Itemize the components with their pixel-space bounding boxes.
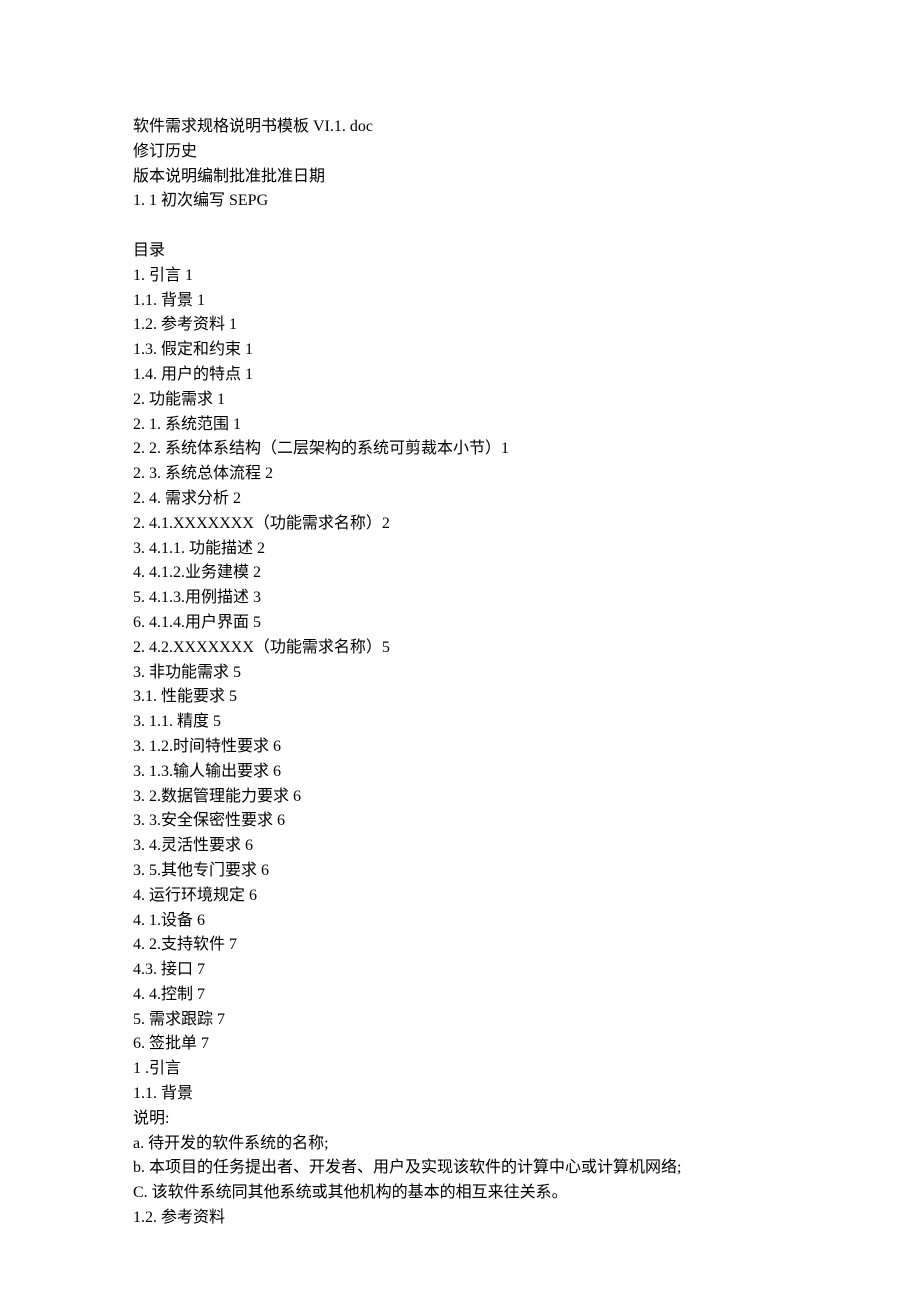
text-line: 说明: (133, 1107, 920, 1132)
text-line: 目录 (133, 239, 920, 264)
toc-line: 3. 1.2.时间特性要求 6 (133, 735, 920, 760)
section-heading: 1.2. 参考资料 (133, 1206, 920, 1231)
text-line: 版本说明编制批准批准日期 (133, 165, 920, 190)
toc-line: 4. 4.控制 7 (133, 983, 920, 1008)
toc-line: 1.3. 假定和约束 1 (133, 338, 920, 363)
toc-line: 2. 2. 系统体系结构（二层架构的系统可剪裁本小节）1 (133, 437, 920, 462)
toc-line: 3. 1.1. 精度 5 (133, 710, 920, 735)
toc-line: 1.4. 用户的特点 1 (133, 363, 920, 388)
text-line: b. 本项目的任务提出者、开发者、用户及实现该软件的计算中心或计算机网络; (133, 1156, 920, 1181)
section-heading: 1.1. 背景 (133, 1082, 920, 1107)
toc-line: 3. 4.灵活性要求 6 (133, 834, 920, 859)
toc-line: 4. 2.支持软件 7 (133, 933, 920, 958)
toc-line: 3. 1.3.输人输出要求 6 (133, 760, 920, 785)
toc-line: 3. 3.安全保密性要求 6 (133, 809, 920, 834)
toc-line: 6. 签批单 7 (133, 1032, 920, 1057)
document-body: 软件需求规格说明书模板 VI.1. doc 修订历史 版本说明编制批准批准日期 … (133, 115, 920, 1231)
toc-line: 3. 4.1.1. 功能描述 2 (133, 537, 920, 562)
toc-line: 2. 4.1.XXXXXXX（功能需求名称）2 (133, 512, 920, 537)
toc-line: 3. 非功能需求 5 (133, 661, 920, 686)
toc-line: 2. 功能需求 1 (133, 388, 920, 413)
toc-line: 4. 4.1.2.业务建模 2 (133, 561, 920, 586)
toc-line: 4. 运行环境规定 6 (133, 884, 920, 909)
toc-line: 5. 4.1.3.用例描述 3 (133, 586, 920, 611)
text-line (133, 214, 920, 239)
toc-line: 3. 5.其他专门要求 6 (133, 859, 920, 884)
toc-line: 4. 1.设备 6 (133, 909, 920, 934)
section-heading: 1 .引言 (133, 1057, 920, 1082)
text-line: 修订历史 (133, 140, 920, 165)
toc-line: 2. 1. 系统范围 1 (133, 413, 920, 438)
toc-line: 5. 需求跟踪 7 (133, 1008, 920, 1033)
text-line: a. 待开发的软件系统的名称; (133, 1132, 920, 1157)
text-line: C. 该软件系统同其他系统或其他机构的基本的相互来往关系。 (133, 1181, 920, 1206)
toc-line: 1.2. 参考资料 1 (133, 313, 920, 338)
text-line: 1. 1 初次编写 SEPG (133, 189, 920, 214)
toc-line: 2. 4.2.XXXXXXX（功能需求名称）5 (133, 636, 920, 661)
toc-line: 1. 引言 1 (133, 264, 920, 289)
toc-line: 2. 4. 需求分析 2 (133, 487, 920, 512)
toc-line: 3. 2.数据管理能力要求 6 (133, 785, 920, 810)
toc-line: 4.3. 接口 7 (133, 958, 920, 983)
toc-line: 6. 4.1.4.用户界面 5 (133, 611, 920, 636)
toc-line: 1.1. 背景 1 (133, 289, 920, 314)
toc-line: 2. 3. 系统总体流程 2 (133, 462, 920, 487)
toc-line: 3.1. 性能要求 5 (133, 685, 920, 710)
text-line: 软件需求规格说明书模板 VI.1. doc (133, 115, 920, 140)
